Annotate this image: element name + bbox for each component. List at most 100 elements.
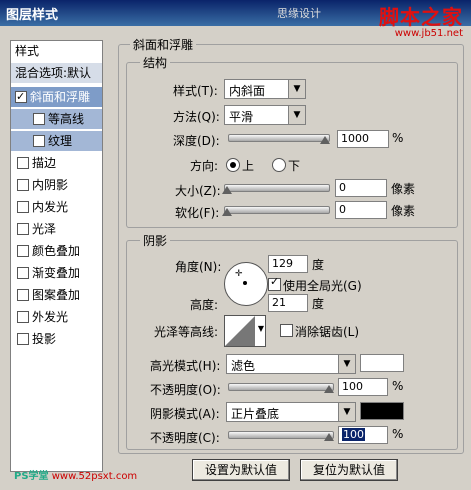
highlight-opacity-label: 不透明度(O): bbox=[150, 383, 221, 397]
global-light-label: 使用全局光(G) bbox=[283, 279, 362, 293]
altitude-input[interactable]: 21 bbox=[268, 294, 308, 312]
angle-dial-center bbox=[243, 281, 247, 285]
satin-checkbox[interactable] bbox=[17, 223, 29, 235]
sidebar-item-bevel-emboss[interactable]: 斜面和浮雕 bbox=[11, 87, 102, 107]
logo-url: www.jb51.net bbox=[394, 28, 463, 39]
technique-select[interactable]: 平滑 ▼ bbox=[224, 105, 306, 125]
sidebar-header: 样式 bbox=[11, 41, 102, 61]
sidebar-item-blending-options[interactable]: 混合选项:默认 bbox=[11, 63, 102, 83]
size-slider[interactable] bbox=[224, 184, 330, 192]
sidebar-item-label: 投影 bbox=[32, 332, 57, 346]
sidebar-item-outer-glow[interactable]: 外发光 bbox=[11, 307, 102, 327]
sidebar-item-inner-shadow[interactable]: 内阴影 bbox=[11, 175, 102, 195]
window-title: 图层样式 bbox=[6, 8, 59, 23]
soften-slider-thumb[interactable] bbox=[222, 208, 232, 216]
angle-dial[interactable]: ✛ bbox=[224, 262, 268, 306]
title-bar: 图层样式 思缘设计 脚本之家 bbox=[0, 0, 471, 29]
soften-label: 软化(F): bbox=[175, 206, 220, 220]
structure-title: 结构 bbox=[140, 54, 171, 71]
pattern-overlay-checkbox[interactable] bbox=[17, 289, 29, 301]
watermark-text: 思缘设计 bbox=[277, 7, 321, 20]
direction-down-label: 下 bbox=[288, 159, 301, 173]
depth-unit: % bbox=[392, 131, 404, 145]
size-value: 0 bbox=[339, 181, 346, 194]
size-input[interactable]: 0 bbox=[335, 179, 387, 197]
direction-up-label: 上 bbox=[242, 159, 255, 173]
sidebar-item-label: 外发光 bbox=[32, 310, 69, 324]
angle-label: 角度(N): bbox=[175, 260, 222, 274]
gloss-contour-picker[interactable]: ▼ bbox=[224, 315, 266, 347]
contour-preview-icon bbox=[225, 316, 255, 346]
reset-default-button[interactable]: 复位为默认值 bbox=[300, 459, 398, 481]
highlight-opacity-slider[interactable] bbox=[228, 383, 334, 391]
sidebar-item-inner-glow[interactable]: 内发光 bbox=[11, 197, 102, 217]
sidebar-item-pattern-overlay[interactable]: 图案叠加 bbox=[11, 285, 102, 305]
highlight-mode-label: 高光模式(H): bbox=[150, 359, 221, 373]
highlight-opacity-thumb[interactable] bbox=[324, 385, 334, 393]
technique-select-value: 平滑 bbox=[229, 110, 254, 124]
gloss-contour-label: 光泽等高线: bbox=[154, 325, 219, 339]
depth-slider[interactable] bbox=[228, 134, 330, 142]
antialias-label: 消除锯齿(L) bbox=[295, 325, 360, 339]
direction-down-radio[interactable] bbox=[272, 158, 286, 172]
sidebar-item-label: 混合选项:默认 bbox=[15, 66, 92, 80]
sidebar-item-label: 图案叠加 bbox=[32, 288, 81, 302]
footer-watermark: PS学堂 www.52psxt.com bbox=[14, 467, 137, 482]
bevel-checkbox[interactable] bbox=[15, 87, 27, 107]
outer-glow-checkbox[interactable] bbox=[17, 311, 29, 323]
global-light-checkbox[interactable] bbox=[268, 275, 281, 291]
depth-slider-thumb[interactable] bbox=[320, 136, 330, 144]
chevron-down-icon: ▼ bbox=[338, 355, 355, 373]
direction-up-radio[interactable] bbox=[226, 158, 240, 172]
shading-title: 阴影 bbox=[140, 232, 171, 249]
inner-shadow-checkbox[interactable] bbox=[17, 179, 29, 191]
gradient-overlay-checkbox[interactable] bbox=[17, 267, 29, 279]
color-overlay-checkbox[interactable] bbox=[17, 245, 29, 257]
sidebar-item-label: 内发光 bbox=[32, 200, 69, 214]
inner-glow-checkbox[interactable] bbox=[17, 201, 29, 213]
make-default-button[interactable]: 设置为默认值 bbox=[192, 459, 290, 481]
sidebar-item-texture[interactable]: 纹理 bbox=[11, 131, 102, 151]
shadow-color-swatch[interactable] bbox=[360, 402, 404, 420]
angle-input[interactable]: 129 bbox=[268, 255, 308, 273]
sidebar-item-satin[interactable]: 光泽 bbox=[11, 219, 102, 239]
sidebar-item-label: 斜面和浮雕 bbox=[30, 90, 91, 104]
size-unit: 像素 bbox=[391, 182, 416, 196]
bevel-group-title: 斜面和浮雕 bbox=[130, 36, 197, 53]
sidebar-item-label: 等高线 bbox=[48, 112, 85, 126]
sidebar-item-color-overlay[interactable]: 颜色叠加 bbox=[11, 241, 102, 261]
shadow-mode-select[interactable]: 正片叠底 ▼ bbox=[226, 402, 356, 422]
angle-unit: 度 bbox=[312, 258, 325, 272]
sidebar-item-contour[interactable]: 等高线 bbox=[11, 109, 102, 129]
sidebar-item-stroke[interactable]: 描边 bbox=[11, 153, 102, 173]
shadow-opacity-slider[interactable] bbox=[228, 431, 334, 439]
texture-checkbox[interactable] bbox=[33, 135, 45, 147]
style-label: 样式(T): bbox=[173, 84, 218, 98]
altitude-unit: 度 bbox=[312, 297, 325, 311]
soften-slider[interactable] bbox=[224, 206, 330, 214]
antialias-checkbox[interactable] bbox=[280, 324, 293, 337]
sidebar-item-gradient-overlay[interactable]: 渐变叠加 bbox=[11, 263, 102, 283]
contour-checkbox[interactable] bbox=[33, 113, 45, 125]
soften-value: 0 bbox=[339, 203, 346, 216]
site-logo: 脚本之家 bbox=[379, 5, 463, 29]
drop-shadow-checkbox[interactable] bbox=[17, 333, 29, 345]
depth-input[interactable]: 1000 bbox=[337, 130, 389, 148]
depth-value: 1000 bbox=[341, 132, 369, 145]
altitude-value: 21 bbox=[272, 296, 286, 309]
highlight-color-swatch[interactable] bbox=[360, 354, 404, 372]
highlight-mode-select[interactable]: 滤色 ▼ bbox=[226, 354, 356, 374]
stroke-checkbox[interactable] bbox=[17, 157, 29, 169]
crosshair-icon: ✛ bbox=[235, 269, 243, 279]
soften-input[interactable]: 0 bbox=[335, 201, 387, 219]
sidebar-item-label: 渐变叠加 bbox=[32, 266, 81, 280]
sidebar-item-drop-shadow[interactable]: 投影 bbox=[11, 329, 102, 349]
shadow-opacity-thumb[interactable] bbox=[324, 433, 334, 441]
size-slider-thumb[interactable] bbox=[222, 186, 232, 194]
highlight-opacity-input[interactable]: 100 bbox=[338, 378, 388, 396]
highlight-opacity-unit: % bbox=[392, 379, 404, 393]
chevron-down-icon: ▼ bbox=[257, 324, 264, 333]
styles-sidebar: 样式 混合选项:默认 斜面和浮雕 等高线 纹理 描边 内阴影 内发光 光泽 颜色… bbox=[10, 40, 103, 472]
style-select[interactable]: 内斜面 ▼ bbox=[224, 79, 306, 99]
shadow-opacity-input[interactable]: 100 bbox=[338, 426, 388, 444]
